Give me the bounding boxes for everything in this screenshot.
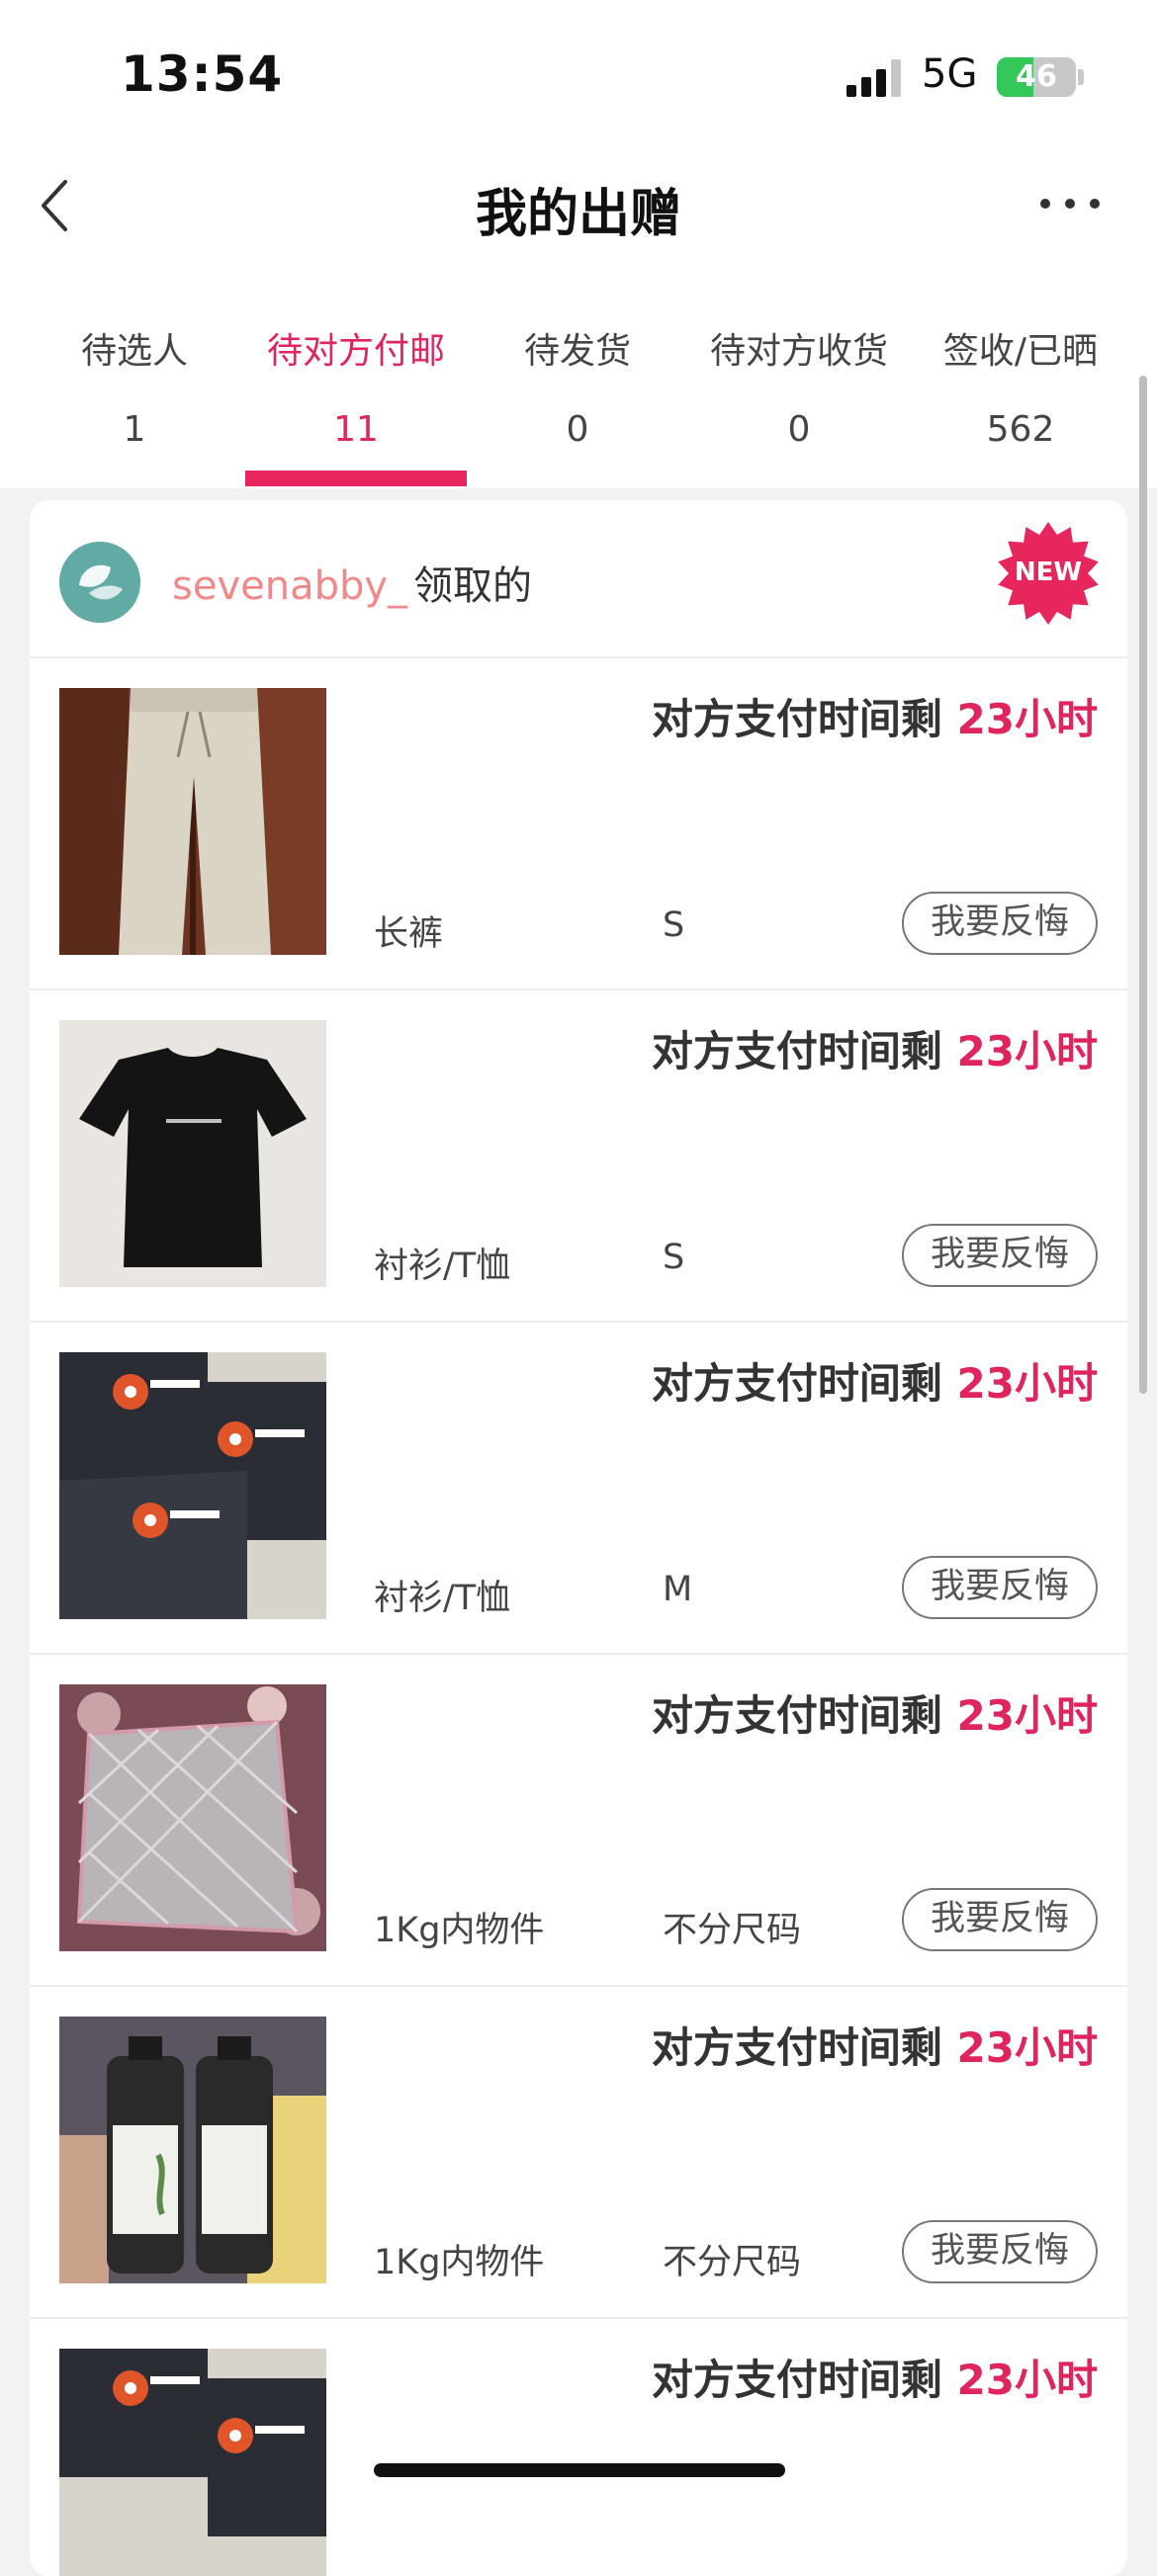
avatar[interactable] bbox=[59, 542, 140, 623]
timer-value: 23小时 bbox=[956, 1691, 1098, 1740]
page-title: 我的出赠 bbox=[475, 185, 681, 244]
regret-button[interactable]: 我要反悔 bbox=[902, 2220, 1098, 2283]
timer-value: 23小时 bbox=[956, 2356, 1098, 2404]
item-image-bottles[interactable] bbox=[59, 2017, 326, 2283]
item-size: 不分尺码 bbox=[663, 2243, 802, 2282]
list-item[interactable]: 对方支付时间剩 23小时 1Kg内物件 不分尺码 我要反悔 bbox=[30, 1987, 1127, 2319]
timer-value: 23小时 bbox=[956, 695, 1098, 743]
top-panel: 13:54 5G 46 我的出赠 待选人 1 待对方付邮 11 待发货 0 待对… bbox=[0, 0, 1157, 488]
payment-timer: 对方支付时间剩 23小时 bbox=[652, 1350, 1098, 1411]
claimed-label: 领取的 bbox=[413, 563, 533, 609]
tab-count: 11 bbox=[333, 409, 379, 450]
timer-value: 23小时 bbox=[956, 1027, 1098, 1075]
item-size: 不分尺码 bbox=[663, 1911, 802, 1950]
payment-timer: 对方支付时间剩 23小时 bbox=[652, 1018, 1098, 1078]
home-indicator[interactable] bbox=[374, 2463, 785, 2477]
item-image-tshirt[interactable] bbox=[59, 1020, 326, 1287]
item-size: S bbox=[663, 1238, 685, 1277]
tab-label: 待对方付邮 bbox=[266, 331, 445, 372]
item-category: 1Kg内物件 bbox=[374, 2243, 545, 2282]
timer-prefix: 对方支付时间剩 bbox=[651, 1027, 957, 1075]
item-size: S bbox=[663, 905, 685, 945]
item-category: 衬衫/T恤 bbox=[374, 1579, 511, 1618]
payment-timer: 对方支付时间剩 23小时 bbox=[652, 2347, 1098, 2407]
battery-icon: 46 bbox=[997, 57, 1076, 97]
payment-timer: 对方支付时间剩 23小时 bbox=[652, 2015, 1098, 2075]
item-image-printed-tshirts[interactable] bbox=[59, 2349, 326, 2576]
network-label: 5G bbox=[922, 51, 978, 97]
timer-value: 23小时 bbox=[956, 2023, 1098, 2072]
tab-count: 0 bbox=[787, 409, 811, 450]
leaf-logo-icon bbox=[59, 542, 140, 623]
timer-prefix: 对方支付时间剩 bbox=[651, 2023, 957, 2072]
tab-pending-receipt[interactable]: 待对方收货 0 bbox=[688, 322, 910, 490]
regret-button[interactable]: 我要反悔 bbox=[902, 1888, 1098, 1951]
more-icon[interactable] bbox=[1040, 194, 1100, 214]
tab-count: 562 bbox=[986, 409, 1055, 450]
battery-cap bbox=[1078, 69, 1084, 85]
timer-value: 23小时 bbox=[956, 1359, 1098, 1408]
tab-label: 待对方收货 bbox=[709, 331, 888, 372]
timer-prefix: 对方支付时间剩 bbox=[651, 1359, 957, 1408]
tab-label: 待发货 bbox=[523, 331, 631, 372]
payment-timer: 对方支付时间剩 23小时 bbox=[652, 686, 1098, 746]
timer-prefix: 对方支付时间剩 bbox=[651, 2356, 957, 2404]
regret-button[interactable]: 我要反悔 bbox=[902, 1224, 1098, 1287]
gift-card: sevenabby_ 领取的 NEW 对方支付时间剩 23小时 长裤 S 我要反悔 bbox=[30, 500, 1127, 2576]
tab-label: 待选人 bbox=[80, 331, 188, 372]
item-category: 长裤 bbox=[374, 914, 444, 954]
signal-icon bbox=[846, 59, 906, 97]
card-header: sevenabby_ 领取的 NEW bbox=[30, 500, 1127, 658]
tab-count: 0 bbox=[566, 409, 589, 450]
list-item[interactable]: 对方支付时间剩 23小时 长裤 S 我要反悔 bbox=[30, 658, 1127, 990]
new-badge: NEW bbox=[1014, 558, 1083, 587]
item-size: M bbox=[663, 1570, 693, 1609]
active-tab-indicator bbox=[245, 471, 467, 486]
timer-prefix: 对方支付时间剩 bbox=[651, 695, 957, 743]
status-time: 13:54 bbox=[121, 45, 284, 103]
tab-received[interactable]: 签收/已晒 562 bbox=[910, 322, 1131, 490]
username[interactable]: sevenabby_ bbox=[172, 563, 407, 609]
regret-button[interactable]: 我要反悔 bbox=[902, 892, 1098, 955]
list-item[interactable]: 对方支付时间剩 23小时 衬衫/T恤 M 我要反悔 bbox=[30, 1323, 1127, 1655]
list-item[interactable]: 对方支付时间剩 23小时 衬衫/T恤 S 我要反悔 bbox=[30, 990, 1127, 1323]
tab-count: 1 bbox=[123, 409, 146, 450]
list-item[interactable]: 对方支付时间剩 23小时 1Kg内物件 不分尺码 我要反悔 bbox=[30, 1655, 1127, 1987]
battery-level: 46 bbox=[1016, 59, 1057, 94]
username-line: sevenabby_ 领取的 bbox=[172, 554, 532, 611]
timer-prefix: 对方支付时间剩 bbox=[651, 1691, 957, 1740]
item-category: 1Kg内物件 bbox=[374, 1911, 545, 1950]
list-item[interactable]: 对方支付时间剩 23小时 bbox=[30, 2319, 1127, 2576]
payment-timer: 对方支付时间剩 23小时 bbox=[652, 1682, 1098, 1743]
tab-label: 签收/已晒 bbox=[942, 331, 1099, 372]
scrollbar[interactable] bbox=[1139, 376, 1147, 1394]
tab-pending-selection[interactable]: 待选人 1 bbox=[24, 322, 245, 490]
item-image-pants[interactable] bbox=[59, 688, 326, 955]
item-category: 衬衫/T恤 bbox=[374, 1246, 511, 1286]
tab-pending-shipment[interactable]: 待发货 0 bbox=[467, 322, 688, 490]
tab-pending-payment[interactable]: 待对方付邮 11 bbox=[245, 322, 467, 490]
item-image-quilted-pad[interactable] bbox=[59, 1684, 326, 1951]
item-image-printed-tshirts[interactable] bbox=[59, 1352, 326, 1619]
regret-button[interactable]: 我要反悔 bbox=[902, 1556, 1098, 1619]
